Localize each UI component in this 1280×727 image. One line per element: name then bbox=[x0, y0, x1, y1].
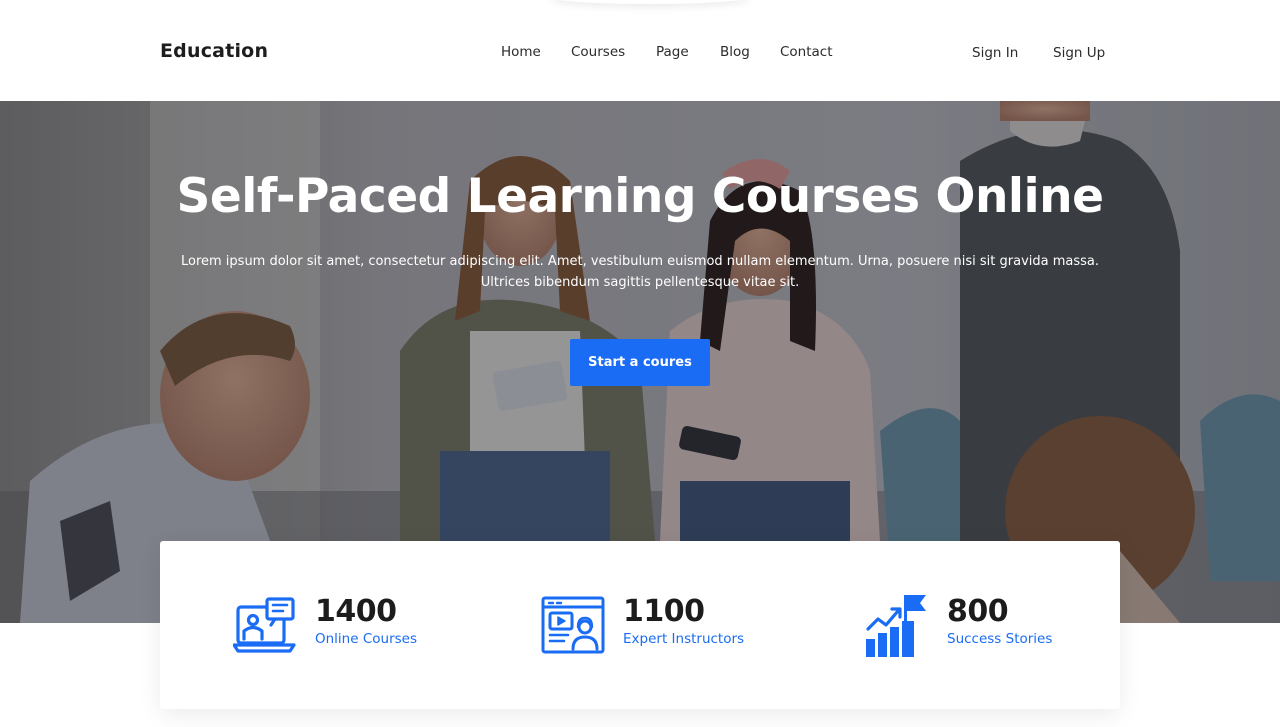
start-course-button[interactable]: Start a coures bbox=[570, 339, 710, 386]
nav-page[interactable]: Page bbox=[656, 44, 689, 60]
site-header: Education Home Courses Page Blog Contact… bbox=[0, 0, 1280, 101]
nav-home[interactable]: Home bbox=[501, 44, 541, 60]
stat-online-courses-label: Online Courses bbox=[315, 631, 418, 647]
stat-expert-instructors-label: Expert Instructors bbox=[623, 631, 745, 647]
success-stories-icon bbox=[866, 595, 926, 657]
nav-blog[interactable]: Blog bbox=[720, 44, 750, 60]
stat-expert-instructors: 1100 Expert Instructors bbox=[541, 593, 771, 659]
stat-expert-instructors-value: 1100 bbox=[623, 594, 705, 629]
stat-success-stories-label: Success Stories bbox=[947, 631, 1053, 647]
header-decoration bbox=[550, 0, 750, 4]
sign-up-link[interactable]: Sign Up bbox=[1053, 45, 1105, 61]
expert-instructors-icon bbox=[541, 596, 605, 654]
sign-in-link[interactable]: Sign In bbox=[972, 45, 1018, 61]
hero-title: Self-Paced Learning Courses Online bbox=[176, 169, 1104, 224]
hero-description: Lorem ipsum dolor sit amet, consectetur … bbox=[180, 254, 1100, 290]
stat-success-stories: 800 Success Stories bbox=[864, 593, 1094, 659]
nav-contact[interactable]: Contact bbox=[780, 44, 833, 60]
site-logo[interactable]: Education bbox=[160, 40, 268, 62]
stat-online-courses: 1400 Online Courses bbox=[233, 593, 463, 659]
stats-card: 1400 Online Courses 1100 Expert Instruct… bbox=[160, 541, 1120, 709]
stat-online-courses-value: 1400 bbox=[315, 594, 397, 629]
online-courses-icon bbox=[233, 597, 296, 653]
nav-courses[interactable]: Courses bbox=[571, 44, 625, 60]
stat-success-stories-value: 800 bbox=[947, 594, 1009, 629]
